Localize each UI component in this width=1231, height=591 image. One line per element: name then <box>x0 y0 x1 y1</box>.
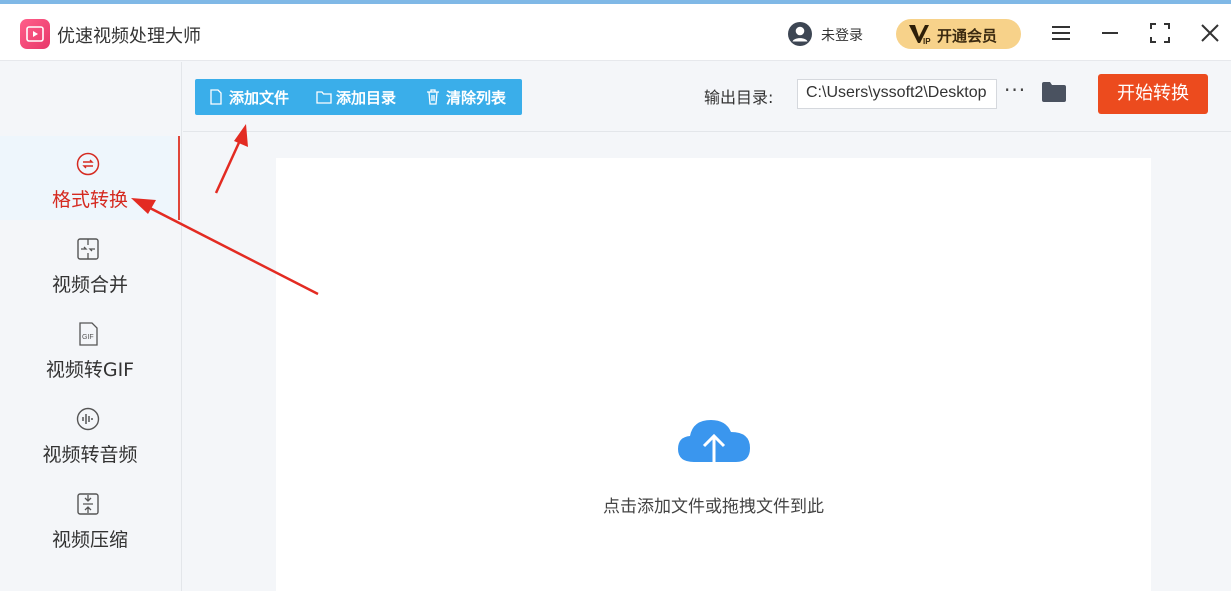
login-status-label[interactable]: 未登录 <box>821 25 863 45</box>
file-toolbar: 添加文件 添加目录 清除列表 <box>195 79 522 115</box>
close-icon[interactable] <box>1197 20 1223 46</box>
vip-label: 开通会员 <box>937 27 998 45</box>
format-convert-icon <box>76 152 100 176</box>
toolbar-divider <box>183 131 1231 132</box>
output-dir-label: 输出目录: <box>704 88 774 107</box>
minimize-icon[interactable] <box>1097 20 1123 46</box>
menu-icon[interactable] <box>1048 20 1074 46</box>
folder-outline-icon <box>316 91 332 104</box>
svg-text:IP: IP <box>923 37 931 46</box>
add-folder-button[interactable]: 添加目录 <box>316 79 416 115</box>
sidebar-item-label: 视频转音频 <box>42 444 138 466</box>
merge-icon <box>77 238 99 260</box>
sidebar-item-label: 格式转换 <box>51 189 128 211</box>
maximize-icon[interactable] <box>1147 20 1173 46</box>
more-options-button[interactable]: ··· <box>1004 78 1026 102</box>
app-logo-icon <box>20 19 50 49</box>
open-folder-icon[interactable] <box>1041 81 1067 103</box>
gif-icon: GIF <box>79 322 98 346</box>
clear-list-button[interactable]: 清除列表 <box>426 79 518 115</box>
sidebar-item-label: 视频合并 <box>51 274 128 296</box>
trash-icon <box>427 89 439 105</box>
app-title: 优速视频处理大师 <box>57 26 201 47</box>
drop-hint-text: 点击添加文件或拖拽文件到此 <box>603 497 824 517</box>
output-dir-field[interactable]: C:\Users\yssoft2\Desktop <box>797 79 997 109</box>
sidebar-item-video-compress[interactable]: 视频压缩 <box>0 476 180 560</box>
vip-badge-icon: IP <box>909 25 931 46</box>
sidebar-item-video-to-audio[interactable]: 视频转音频 <box>0 391 180 475</box>
sidebar-item-video-merge[interactable]: 视频合并 <box>0 221 180 305</box>
sidebar: 格式转换 视频合并 GIF 视频转GIF 视频转音频 视频压缩 <box>0 62 182 591</box>
sidebar-item-label: 视频转GIF <box>45 359 135 381</box>
title-bar: 优速视频处理大师 未登录 IP 开通会员 <box>0 4 1231 61</box>
sidebar-item-video-to-gif[interactable]: GIF 视频转GIF <box>0 306 180 390</box>
file-icon <box>210 89 222 105</box>
add-file-button[interactable]: 添加文件 <box>209 79 307 115</box>
compress-icon <box>77 493 99 515</box>
audio-icon <box>76 407 100 431</box>
annotation-arrow-to-toolbar <box>214 124 248 194</box>
cloud-upload-icon <box>678 420 750 478</box>
vip-button[interactable]: IP 开通会员 <box>896 19 1021 49</box>
sidebar-item-label: 视频压缩 <box>51 529 128 551</box>
sidebar-item-format-convert[interactable]: 格式转换 <box>0 136 180 220</box>
start-convert-button[interactable]: 开始转换 <box>1098 74 1208 114</box>
svg-text:GIF: GIF <box>82 334 94 341</box>
user-avatar-icon[interactable] <box>787 21 813 47</box>
file-drop-area[interactable]: 点击添加文件或拖拽文件到此 <box>276 158 1151 591</box>
